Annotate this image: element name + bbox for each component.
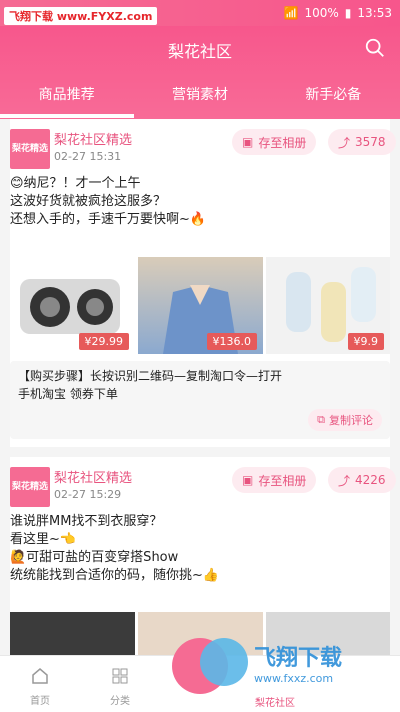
post-line: 统统能找到合适你的码，随你挑~👍 <box>10 568 220 583</box>
copy-comment-label: 复制评论 <box>329 414 373 427</box>
avatar[interactable]: 梨花精选 <box>10 129 50 169</box>
battery-level: 100% <box>304 6 339 20</box>
post-text: 谁说胖MM找不到衣服穿？ 看这里~👈 🙋可甜可盐的百变穿搭Show 统统能找到合… <box>10 513 390 585</box>
post-line: 看这里~👈 <box>10 532 77 547</box>
post-line: 这波好货就被疯抢这服多？ <box>10 194 167 209</box>
watermark-text: 飞翔下载 www.fxxz.com <box>254 640 342 685</box>
purchase-steps: 【购买步骤】长按识别二维码—复制淘口令—打开 手机淘宝 领券下单 ⧉ 复制评论 <box>10 361 390 439</box>
share-count: 3578 <box>355 135 386 149</box>
page-title: 梨花社区 <box>167 42 232 61</box>
share-button[interactable]: ⤴ 3578 <box>328 129 396 155</box>
nav-label: 梨花社区 <box>255 698 295 709</box>
watermark-logo: 飞翔下载 <box>254 645 343 671</box>
status-bar: 飞翔下载 www.FYXZ.com 📶 100% ▮ 13:53 <box>0 0 400 26</box>
status-right: 📶 100% ▮ 13:53 <box>284 6 392 20</box>
image-icon: ▣ <box>242 135 254 149</box>
post-time: 02-27 15:29 <box>54 488 122 501</box>
share-icon: ⤴ <box>338 473 351 488</box>
grid-icon <box>112 668 128 684</box>
save-label: 存至相册 <box>258 473 307 488</box>
share-button[interactable]: ⤴ 4226 <box>328 467 396 493</box>
tab-indicator <box>0 114 134 118</box>
save-label: 存至相册 <box>258 135 307 150</box>
search-icon[interactable] <box>364 37 386 59</box>
feed: 梨花精选 梨花社区精选 02-27 15:31 ▣ 存至相册 ⤴ 3578 😊纳… <box>0 119 400 665</box>
app-header: 梨花社区 商品推荐 营销素材 新手必备 <box>0 26 400 119</box>
post-line: 🙋可甜可盐的百变穿搭Show <box>10 550 179 565</box>
home-icon <box>32 668 48 684</box>
watermark-logo-icon <box>200 638 248 686</box>
image-icon: ▣ <box>242 473 254 487</box>
post-line: 😊纳尼？！才一个上午 <box>10 176 141 191</box>
nav-label: 分类 <box>110 696 130 707</box>
post-text: 😊纳尼？！才一个上午 这波好货就被疯抢这服多？ 还想入手的，手速千万要快啊~🔥 <box>10 175 390 229</box>
price-tag: ¥136.0 <box>206 333 257 350</box>
clock: 13:53 <box>357 6 392 20</box>
share-count: 4226 <box>355 473 386 487</box>
product-image[interactable]: ¥29.99 <box>10 257 135 354</box>
product-image[interactable]: ¥9.9 <box>266 257 390 354</box>
post-author[interactable]: 梨花社区精选 <box>54 129 132 148</box>
nav-home[interactable]: 首页 <box>10 666 70 707</box>
overlay-watermark: 飞翔下载 www.fxxz.com <box>200 630 390 694</box>
post-line: 谁说胖MM找不到衣服穿？ <box>10 514 163 529</box>
steps-line: 手机淘宝 领券下单 <box>18 387 118 401</box>
avatar[interactable]: 梨花精选 <box>10 467 50 507</box>
product-image[interactable]: ¥136.0 <box>138 257 263 354</box>
post-card: 梨花精选 梨花社区精选 02-27 15:31 ▣ 存至相册 ⤴ 3578 😊纳… <box>10 119 396 447</box>
price-tag: ¥9.9 <box>347 333 384 350</box>
post-line: 还想入手的，手速千万要快啊~🔥 <box>10 212 207 227</box>
price-tag: ¥29.99 <box>78 333 129 350</box>
save-to-album-button[interactable]: ▣ 存至相册 <box>232 129 317 155</box>
watermark-url: www.fxxz.com <box>254 671 334 685</box>
purchase-steps-text: 【购买步骤】长按识别二维码—复制淘口令—打开 手机淘宝 领券下单 <box>18 367 318 403</box>
nav-community[interactable]: 梨花社区 <box>245 694 305 709</box>
post-time: 02-27 15:31 <box>54 150 122 163</box>
copy-comment-button[interactable]: ⧉ 复制评论 <box>308 409 382 431</box>
tab-beginner[interactable]: 新手必备 <box>267 84 400 120</box>
watermark: 飞翔下载 www.FYXZ.com <box>4 7 158 25</box>
wifi-icon: 📶 <box>283 6 299 20</box>
nav-category[interactable]: 分类 <box>90 666 150 707</box>
nav-label: 首页 <box>30 696 50 707</box>
copy-icon: ⧉ <box>317 413 325 426</box>
save-to-album-button[interactable]: ▣ 存至相册 <box>232 467 317 493</box>
post-author[interactable]: 梨花社区精选 <box>54 467 132 486</box>
steps-line: 【购买步骤】长按识别二维码—复制淘口令—打开 <box>18 369 283 383</box>
tab-marketing[interactable]: 营销素材 <box>133 84 266 120</box>
battery-icon: ▮ <box>344 6 352 20</box>
share-icon: ⤴ <box>338 135 351 150</box>
